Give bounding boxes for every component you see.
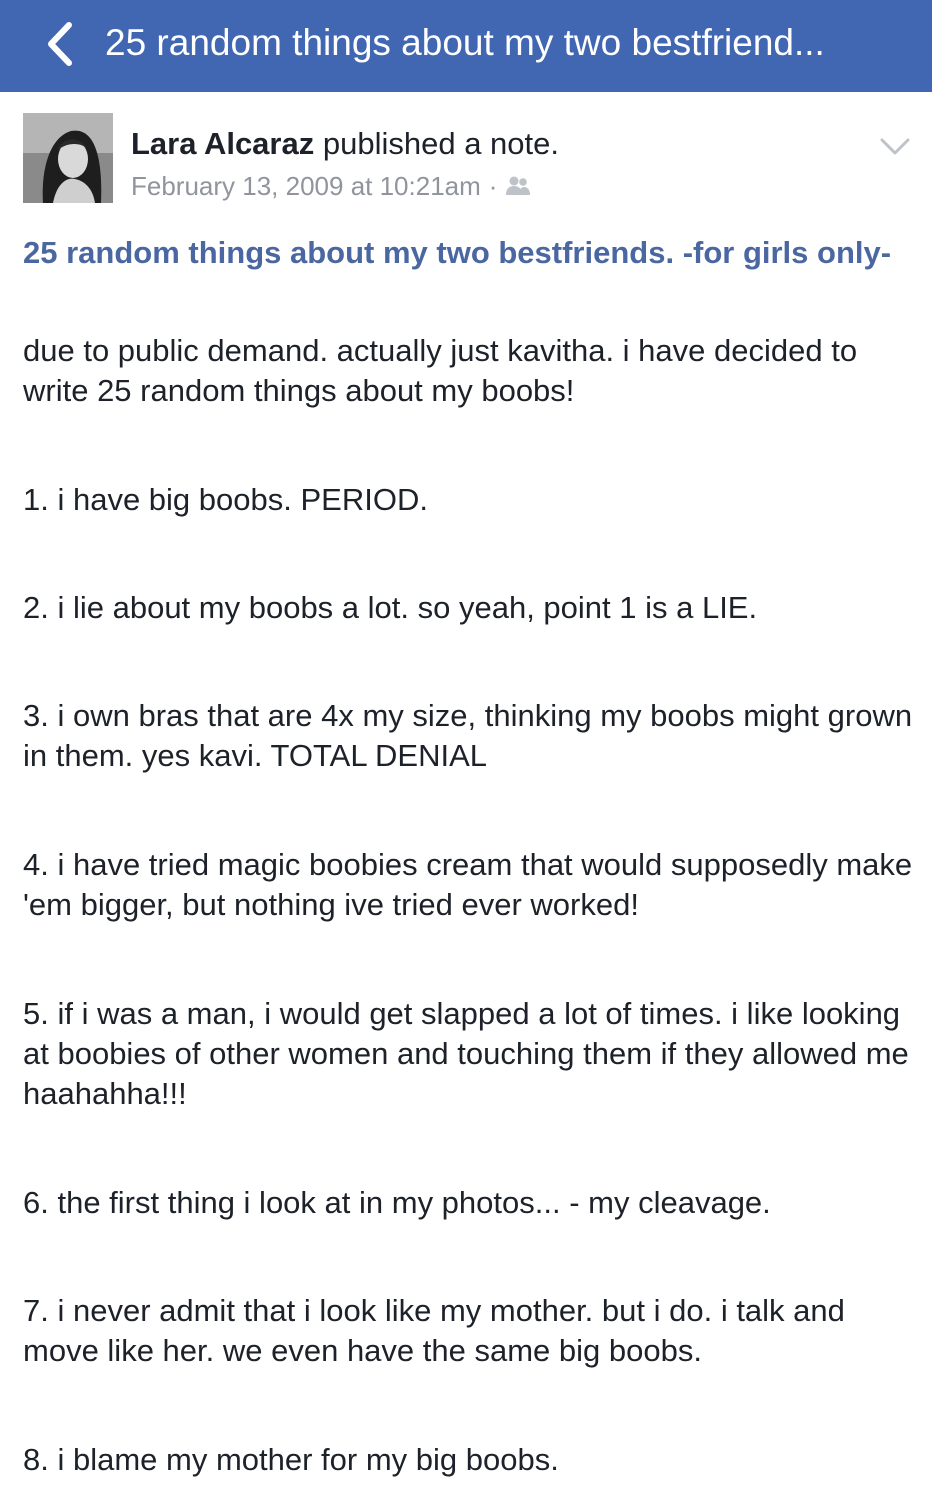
nav-title: 25 random things about my two bestfriend… <box>105 22 825 63</box>
list-item: 4. i have tried magic boobies cream that… <box>23 847 913 922</box>
list-item: 7. i never admit that i look like my mot… <box>23 1293 845 1368</box>
friends-icon[interactable] <box>505 175 531 197</box>
meta-separator: · <box>488 171 498 201</box>
post-header: Lara Alcaraz published a note. February … <box>23 113 913 205</box>
post-meta: February 13, 2009 at 10:21am · <box>131 169 531 203</box>
list-item: 6. the first thing i look at in my photo… <box>23 1185 771 1220</box>
author-name[interactable]: Lara Alcaraz <box>131 126 314 161</box>
post-options-button[interactable] <box>878 129 912 163</box>
list-item: 1. i have big boobs. PERIOD. <box>23 482 428 517</box>
navigation-bar: 25 random things about my two bestfriend… <box>0 0 932 92</box>
back-button[interactable] <box>30 14 90 74</box>
chevron-down-icon <box>880 138 910 155</box>
list-item: 2. i lie about my boobs a lot. so yeah, … <box>23 590 758 625</box>
list-item: 5. if i was a man, i would get slapped a… <box>23 996 909 1111</box>
list-item: 3. i own bras that are 4x my size, think… <box>23 698 913 773</box>
avatar[interactable] <box>23 113 113 203</box>
list-item: 8. i blame my mother for my big boobs. <box>23 1442 559 1477</box>
post-action: published a note. <box>322 126 559 161</box>
note-intro: due to public demand. actually just kavi… <box>23 333 858 408</box>
post-date[interactable]: February 13, 2009 at 10:21am <box>131 169 481 203</box>
chevron-left-icon <box>48 22 72 66</box>
author-line: Lara Alcaraz published a note. <box>131 125 559 163</box>
note-title[interactable]: 25 random things about my two bestfriend… <box>23 232 903 273</box>
